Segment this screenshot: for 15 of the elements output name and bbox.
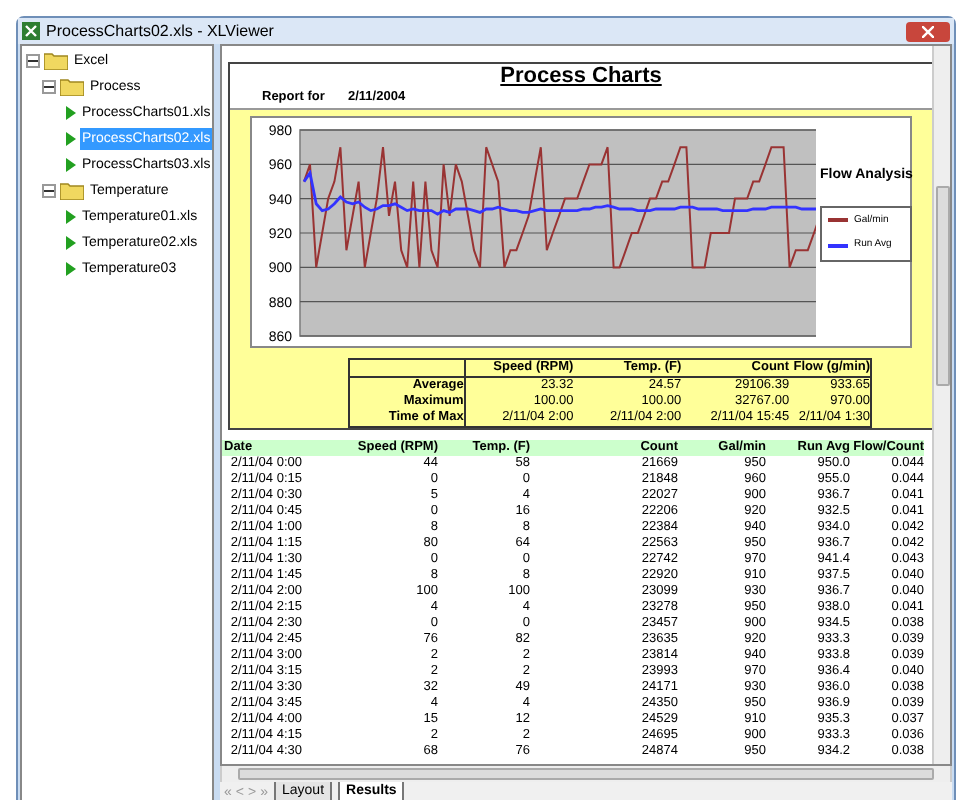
legend-swatch	[828, 243, 848, 248]
close-button[interactable]	[906, 21, 950, 41]
collapse-icon[interactable]	[26, 54, 40, 68]
window-title: ProcessCharts02.xls - XLViewer	[46, 19, 274, 43]
folder-icon	[60, 78, 84, 96]
collapse-icon[interactable]	[42, 80, 56, 94]
vertical-scrollbar[interactable]	[932, 46, 950, 764]
sheet-title: Process Charts	[500, 64, 662, 90]
folder-icon	[44, 52, 68, 70]
spreadsheet-icon	[22, 22, 40, 40]
collapse-icon[interactable]	[42, 184, 56, 198]
close-icon	[922, 25, 934, 37]
legend-swatch	[828, 218, 848, 223]
horizontal-scrollbar[interactable]	[220, 766, 952, 782]
folder-icon	[60, 182, 84, 200]
